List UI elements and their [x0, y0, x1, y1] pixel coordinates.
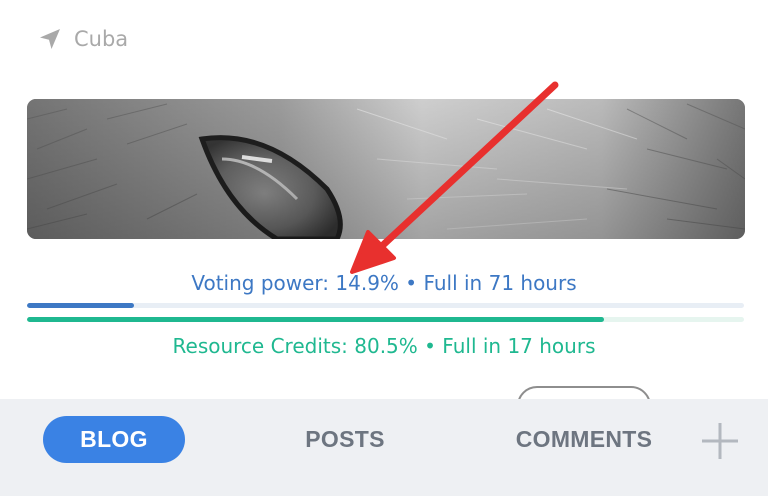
resource-credits-fill [27, 317, 605, 322]
stats-row-partial: ​ ​ [0, 385, 768, 399]
tab-blog[interactable]: BLOG [43, 416, 185, 463]
add-button[interactable] [700, 421, 740, 461]
location-row: Cuba [38, 27, 128, 51]
tab-comments[interactable]: COMMENTS [506, 416, 662, 463]
tab-bar: BLOG POSTS COMMENTS [0, 399, 768, 496]
follow-button-partial[interactable] [517, 386, 651, 399]
tab-posts[interactable]: POSTS [290, 416, 400, 463]
voting-power-text: Voting power: 14.9% • Full in 71 hours [191, 271, 577, 295]
resource-credits-bar [27, 317, 744, 322]
plus-icon [702, 423, 738, 459]
voting-power-bar [27, 303, 744, 308]
voting-power-fill [27, 303, 134, 308]
location-label: Cuba [74, 27, 129, 51]
profile-page: Cuba Voting power: 14.9% • Full in 71 ho… [0, 0, 768, 496]
cover-image[interactable] [27, 99, 745, 239]
navigation-arrow-icon [38, 27, 62, 51]
resource-credits-text: Resource Credits: 80.5% • Full in 17 hou… [172, 334, 596, 358]
